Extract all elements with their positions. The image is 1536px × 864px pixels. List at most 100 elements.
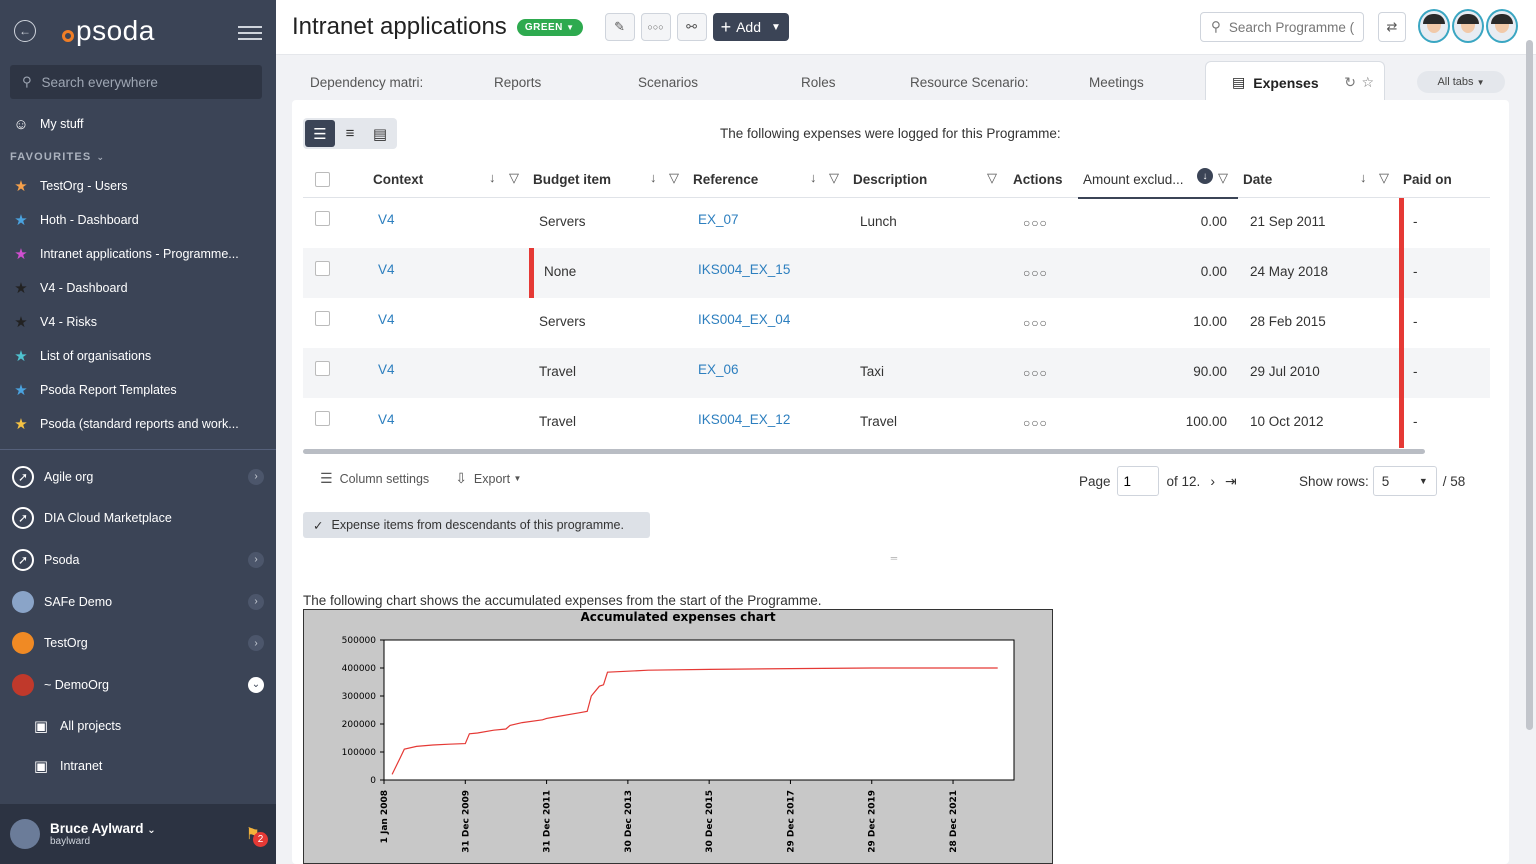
cell-reference-link[interactable]: EX_06 bbox=[698, 362, 739, 377]
edit-button[interactable]: ✎ bbox=[604, 13, 635, 41]
vertical-scrollbar[interactable] bbox=[1526, 40, 1533, 730]
cell-reference-link[interactable]: IKS004_EX_15 bbox=[698, 262, 790, 277]
column-context[interactable]: Context bbox=[373, 172, 423, 187]
tab-dependency-matrix[interactable]: Dependency matri: bbox=[310, 75, 423, 90]
sidebar-org-item[interactable]: ➚ Agile org › bbox=[0, 456, 276, 498]
cell-context-link[interactable]: V4 bbox=[378, 312, 395, 327]
sidebar-org-item[interactable]: ~ DemoOrg ⌄ bbox=[0, 664, 276, 706]
rows-per-page-select[interactable]: 5 ▼ bbox=[1372, 466, 1437, 496]
chevron-right-icon[interactable]: › bbox=[248, 551, 264, 568]
column-paid-on[interactable]: Paid on bbox=[1403, 172, 1452, 187]
refresh-icon[interactable]: ↻ bbox=[1344, 74, 1356, 91]
column-amount[interactable]: Amount exclud... bbox=[1083, 172, 1184, 187]
tag-button[interactable]: ⚯ bbox=[676, 13, 707, 41]
sidebar-favourite-item[interactable]: ★ V4 - Risks bbox=[0, 305, 276, 339]
back-icon[interactable]: ← bbox=[14, 20, 36, 42]
table-row[interactable]: V4 Travel EX_06 Taxi ○○○ 90.00 29 Jul 2010 - bbox=[303, 348, 1490, 398]
list-view-icon[interactable]: ☰ bbox=[305, 120, 335, 147]
cell-reference-link[interactable]: IKS004_EX_04 bbox=[698, 312, 790, 327]
next-page-icon[interactable]: › bbox=[1210, 473, 1215, 489]
sidebar-favourite-item[interactable]: ★ V4 - Dashboard bbox=[0, 271, 276, 305]
filter-icon[interactable]: ▽ bbox=[987, 170, 997, 186]
avatar[interactable] bbox=[1418, 9, 1450, 43]
cell-reference-link[interactable]: EX_07 bbox=[698, 212, 739, 227]
tab-scenarios[interactable]: Scenarios bbox=[638, 75, 698, 90]
chevron-right-icon[interactable]: › bbox=[248, 593, 264, 610]
row-actions-icon[interactable]: ○○○ bbox=[1023, 216, 1048, 230]
filter-icon[interactable]: ▽ bbox=[829, 170, 839, 186]
row-actions-icon[interactable]: ○○○ bbox=[1023, 416, 1048, 430]
sidebar-favourite-item[interactable]: ★ TestOrg - Users bbox=[0, 169, 276, 203]
star-icon[interactable]: ☆ bbox=[1361, 74, 1374, 91]
sidebar-item-my-stuff[interactable]: ☺ My stuff bbox=[0, 107, 276, 141]
sidebar-org-item[interactable]: TestOrg › bbox=[0, 622, 276, 664]
sidebar-favourite-item[interactable]: ★ Psoda Report Templates bbox=[0, 373, 276, 407]
cell-context-link[interactable]: V4 bbox=[378, 212, 395, 227]
table-row[interactable]: V4 Travel IKS004_EX_12 Travel ○○○ 100.00 10 Oc… bbox=[303, 398, 1490, 448]
row-actions-icon[interactable]: ○○○ bbox=[1023, 266, 1048, 280]
sort-arrow-icon[interactable]: ↓ bbox=[489, 170, 496, 185]
sidebar-project-item[interactable]: ▣ All projects bbox=[0, 706, 276, 746]
descendants-filter-chip[interactable]: ✓ Expense items from descendants of this… bbox=[303, 512, 650, 538]
sort-active-icon[interactable]: ↓ bbox=[1197, 168, 1213, 184]
cell-context-link[interactable]: V4 bbox=[378, 362, 395, 377]
sidebar-project-item[interactable]: ▣ Intranet bbox=[0, 746, 276, 786]
table-row[interactable]: V4 Servers IKS004_EX_04 ○○○ 10.00 28 Feb 2015… bbox=[303, 298, 1490, 348]
column-date[interactable]: Date bbox=[1243, 172, 1272, 187]
tab-reports[interactable]: Reports bbox=[494, 75, 541, 90]
export-button[interactable]: ⇩ Export ▼ bbox=[455, 470, 521, 487]
last-page-icon[interactable]: ⇥ bbox=[1225, 473, 1237, 490]
table-row[interactable]: V4 Servers EX_07 Lunch ○○○ 0.00 21 Sep 2011 - bbox=[303, 198, 1490, 248]
avatar[interactable] bbox=[1452, 9, 1484, 43]
filter-icon[interactable]: ▽ bbox=[1218, 170, 1228, 186]
status-badge[interactable]: GREEN ▼ bbox=[516, 18, 583, 36]
more-button[interactable]: ○○○ bbox=[640, 13, 671, 41]
cell-reference-link[interactable]: IKS004_EX_12 bbox=[698, 412, 790, 427]
sidebar-org-item[interactable]: ➚ Psoda › bbox=[0, 539, 276, 581]
sidebar-favourite-item[interactable]: ★ Intranet applications - Programme... bbox=[0, 237, 276, 271]
tab-roles[interactable]: Roles bbox=[801, 75, 836, 90]
filter-icon[interactable]: ▽ bbox=[1379, 170, 1389, 186]
row-checkbox[interactable] bbox=[315, 411, 330, 426]
switch-view-icon[interactable]: ⇄ bbox=[1378, 12, 1406, 42]
sort-arrow-icon[interactable]: ↓ bbox=[1360, 170, 1367, 185]
psoda-logo[interactable]: psoda bbox=[62, 15, 155, 47]
column-budget-item[interactable]: Budget item bbox=[533, 172, 611, 187]
chevron-right-icon[interactable]: › bbox=[248, 635, 264, 652]
table-row[interactable]: V4 None IKS004_EX_15 ○○○ 0.00 24 May 2018 - bbox=[303, 248, 1490, 298]
row-checkbox[interactable] bbox=[315, 311, 330, 326]
page-number-input[interactable] bbox=[1116, 466, 1159, 496]
sidebar-org-item[interactable]: SAFe Demo › bbox=[0, 581, 276, 623]
collapse-sidebar-icon[interactable] bbox=[238, 22, 262, 44]
column-settings-button[interactable]: ☰ Column settings bbox=[320, 470, 429, 487]
sidebar-org-item[interactable]: ➚ DIA Cloud Marketplace bbox=[0, 498, 276, 540]
horizontal-scrollbar[interactable] bbox=[303, 449, 1425, 454]
row-checkbox[interactable] bbox=[315, 261, 330, 276]
avatar[interactable] bbox=[1486, 9, 1518, 43]
notifications-bell-icon[interactable]: ⚑ 2 bbox=[246, 824, 268, 847]
user-panel[interactable]: Bruce Aylward ⌄ baylward ⚑ 2 bbox=[0, 804, 276, 864]
tab-expenses[interactable]: ▤ Expenses ↻ ☆ bbox=[1205, 61, 1385, 103]
favourites-heading[interactable]: FAVOURITES ⌄ bbox=[0, 141, 276, 169]
sort-arrow-icon[interactable]: ↓ bbox=[650, 170, 657, 185]
compact-view-icon[interactable]: ≡ bbox=[335, 120, 365, 147]
row-checkbox[interactable] bbox=[315, 361, 330, 376]
chevron-right-icon[interactable]: › bbox=[248, 468, 264, 485]
programme-search-input[interactable]: ⚲ Search Programme ( bbox=[1200, 12, 1364, 42]
chevron-down-icon[interactable]: ⌄ bbox=[248, 676, 264, 693]
column-description[interactable]: Description bbox=[853, 172, 927, 187]
filter-icon[interactable]: ▽ bbox=[669, 170, 679, 186]
dense-view-icon[interactable]: ▤ bbox=[365, 120, 395, 147]
select-all-checkbox[interactable] bbox=[315, 172, 330, 187]
sidebar-favourite-item[interactable]: ★ Psoda (standard reports and work... bbox=[0, 407, 276, 441]
sort-arrow-icon[interactable]: ↓ bbox=[810, 170, 817, 185]
cell-context-link[interactable]: V4 bbox=[378, 412, 395, 427]
row-actions-icon[interactable]: ○○○ bbox=[1023, 366, 1048, 380]
tab-resource-scenarios[interactable]: Resource Scenario: bbox=[910, 75, 1029, 90]
all-tabs-button[interactable]: All tabs ▼ bbox=[1417, 71, 1505, 93]
row-actions-icon[interactable]: ○○○ bbox=[1023, 316, 1048, 330]
sidebar-favourite-item[interactable]: ★ Hoth - Dashboard bbox=[0, 203, 276, 237]
filter-icon[interactable]: ▽ bbox=[509, 170, 519, 186]
column-reference[interactable]: Reference bbox=[693, 172, 758, 187]
row-checkbox[interactable] bbox=[315, 211, 330, 226]
